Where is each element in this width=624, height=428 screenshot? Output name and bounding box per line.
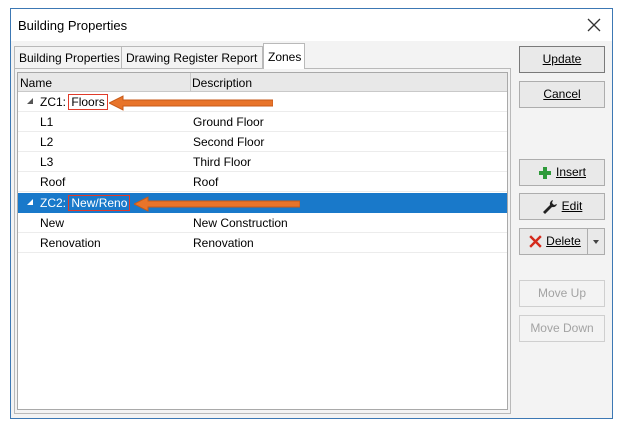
grid-header: Name Description [18, 73, 507, 92]
row-description: Third Floor [193, 155, 252, 169]
tab-drawing-register-report[interactable]: Drawing Register Report [121, 46, 263, 68]
row-name: New [40, 216, 65, 230]
window-title: Building Properties [18, 18, 128, 33]
row-description: Roof [193, 175, 219, 189]
annotation-arrow-icon [134, 196, 300, 212]
plus-icon [538, 166, 551, 179]
collapse-triangle-icon[interactable] [25, 197, 35, 207]
insert-button[interactable]: Insert [519, 159, 605, 186]
tab-zones[interactable]: Zones [263, 43, 305, 69]
move-up-button[interactable]: Move Up [519, 280, 605, 307]
move-down-button[interactable]: Move Down [519, 315, 605, 342]
delete-button[interactable]: Delete [519, 228, 605, 255]
row-name: Roof [40, 175, 66, 189]
edit-button[interactable]: Edit [519, 193, 605, 220]
row-description: New Construction [193, 216, 288, 230]
collapse-triangle-icon[interactable] [25, 96, 35, 106]
tree-row[interactable]: New New Construction [18, 213, 507, 233]
group-name: New/Reno [68, 195, 131, 211]
delete-dropdown-toggle[interactable] [587, 229, 604, 254]
row-name: L2 [40, 135, 54, 149]
tree-row[interactable]: L3 Third Floor [18, 152, 507, 172]
cancel-button[interactable]: Cancel [519, 81, 605, 108]
row-name: Renovation [40, 236, 101, 250]
tree-row[interactable]: L1 Ground Floor [18, 112, 507, 132]
dialog-window: Building Properties Building Properties … [10, 8, 613, 419]
row-name: L3 [40, 155, 54, 169]
tree-row[interactable]: L2 Second Floor [18, 132, 507, 152]
row-name: L1 [40, 115, 54, 129]
zones-panel: Name Description ZC1: Floors L1 Ground F… [14, 68, 511, 414]
tree-row[interactable]: Roof Roof [18, 172, 507, 192]
tab-label: Building Properties [19, 51, 120, 65]
group-name: Floors [68, 94, 108, 110]
tab-label: Zones [268, 50, 302, 64]
x-icon [529, 235, 542, 249]
annotation-arrow-icon [109, 95, 273, 111]
column-header-description[interactable]: Description [192, 76, 252, 90]
row-description: Second Floor [193, 135, 265, 149]
chevron-down-icon [593, 240, 599, 244]
row-description: Ground Floor [193, 115, 264, 129]
group-prefix: ZC2: [40, 196, 67, 210]
close-icon[interactable] [582, 13, 606, 37]
title-bar: Building Properties [11, 9, 612, 41]
wrench-icon [542, 199, 557, 214]
tab-building-properties[interactable]: Building Properties [14, 46, 122, 68]
zones-tree-grid[interactable]: Name Description ZC1: Floors L1 Ground F… [17, 72, 508, 410]
tree-row[interactable]: Renovation Renovation [18, 233, 507, 253]
row-description: Renovation [193, 236, 254, 250]
group-prefix: ZC1: [40, 95, 67, 109]
column-header-name[interactable]: Name [20, 76, 52, 90]
tab-label: Drawing Register Report [126, 51, 258, 65]
update-button[interactable]: Update [519, 46, 605, 73]
